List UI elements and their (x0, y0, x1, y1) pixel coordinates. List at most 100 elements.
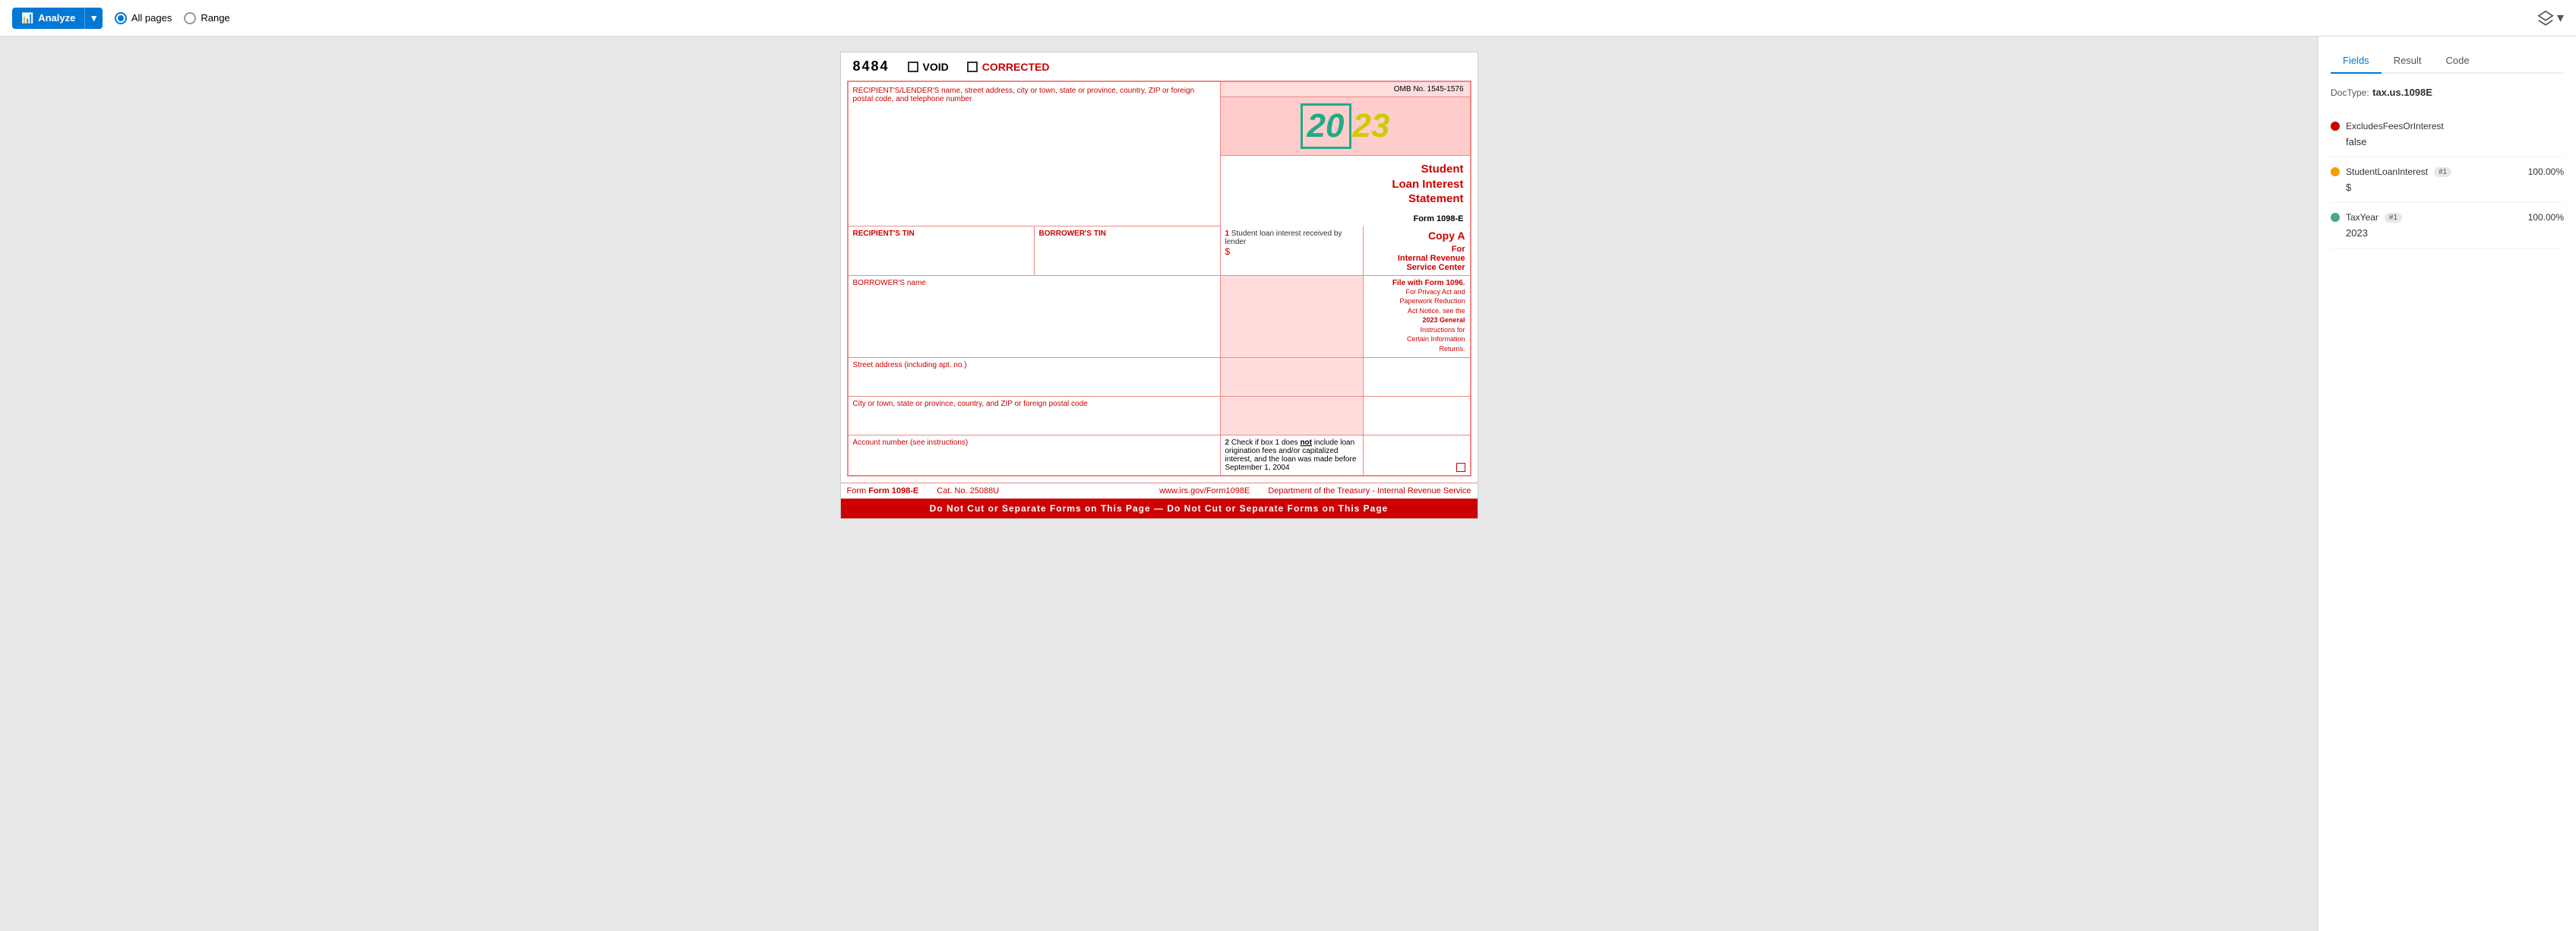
top-bar: 📊 Analyze ▾ All pages Range ▾ (0, 0, 2576, 36)
borrower-tin-label: BORROWER'S TIN (1039, 230, 1215, 238)
footer-form-bold: Form 1098-E (868, 486, 918, 496)
file-with-label: File with Form 1096. (1368, 279, 1465, 287)
recipient-tin-label: RECIPIENT'S TIN (853, 230, 1029, 238)
city-right-fill (1221, 397, 1364, 435)
box2-checkbox-area (1364, 435, 1470, 475)
copy-a-irs-line1: Internal Revenue (1368, 254, 1465, 263)
field-badge-taxyear: #1 (2385, 213, 2402, 223)
range-label: Range (201, 12, 229, 24)
recipient-lender-label: RECIPIENT'S/LENDER'S name, street addres… (853, 87, 1195, 103)
street-box: Street address (including apt. no.) (849, 358, 1221, 396)
borrower-tin-box: BORROWER'S TIN (1035, 226, 1221, 275)
right-top-section: OMB No. 1545-1576 20 23 Student Loan Int… (1221, 82, 1470, 226)
layers-control[interactable]: ▾ (2537, 10, 2564, 27)
privacy-line7: Returns. (1368, 344, 1465, 354)
copy-a-irs-line2: Service Center (1368, 263, 1465, 272)
all-pages-option[interactable]: All pages (115, 12, 172, 24)
footer-www: www.irs.gov/Form1098E (1159, 486, 1250, 496)
privacy-line4: 2023 General (1368, 315, 1465, 325)
form-top-row: RECIPIENT'S/LENDER'S name, street addres… (849, 82, 1470, 226)
privacy-line6: Certain Information (1368, 334, 1465, 344)
corrected-label: CORRECTED (982, 61, 1050, 73)
statement-line1: Student (1227, 162, 1464, 177)
year-logo-box: 20 23 (1221, 97, 1470, 156)
box2-not: not (1300, 439, 1312, 447)
privacy-line5: Instructions for (1368, 325, 1465, 335)
recipient-tin-box: RECIPIENT'S TIN (849, 226, 1035, 275)
box1-dollar: $ (1225, 246, 1358, 257)
field-value-excludes: false (2331, 136, 2564, 147)
tax-form: 8484 VOID CORRECTED RECIPIENT'S/LENDER'S… (840, 52, 1478, 519)
top-right-controls: ▾ (2537, 10, 2564, 27)
all-pages-radio[interactable] (115, 12, 127, 24)
year-logo-20: 20 (1301, 103, 1351, 149)
form-header: 8484 VOID CORRECTED (841, 52, 1478, 81)
doc-type-label: DocType: (2331, 87, 2369, 98)
form-body: RECIPIENT'S/LENDER'S name, street addres… (847, 81, 1471, 477)
void-checkbox[interactable] (908, 62, 918, 72)
page-range-options: All pages Range (115, 12, 230, 24)
city-empty-right (1364, 397, 1470, 435)
omb-number: OMB No. 1545-1576 (1394, 85, 1464, 93)
field-dot-green (2331, 213, 2340, 222)
omb-box: OMB No. 1545-1576 (1221, 82, 1470, 97)
corrected-checkbox[interactable] (967, 62, 978, 72)
statement-line3: Statement (1227, 192, 1464, 207)
borrower-name-label: BORROWER'S name (853, 279, 1215, 287)
box2-checkbox[interactable] (1456, 463, 1465, 472)
void-label: VOID (923, 61, 949, 73)
account-row: Account number (see instructions) 2 Chec… (849, 435, 1470, 475)
account-box: Account number (see instructions) (849, 435, 1221, 475)
irs-info-box (1221, 276, 1364, 357)
field-value-loan: $ (2331, 182, 2564, 193)
panel-tabs: Fields Result Code (2331, 49, 2564, 74)
field-tax-year: TaxYear #1 100.00% 2023 (2331, 203, 2564, 249)
city-box: City or town, state or province, country… (849, 397, 1221, 435)
tin-row: RECIPIENT'S TIN BORROWER'S TIN 1 Student… (849, 226, 1470, 276)
bar-chart-icon: 📊 (21, 12, 33, 24)
analyze-button[interactable]: 📊 Analyze ▾ (12, 8, 103, 29)
main-content: 8484 VOID CORRECTED RECIPIENT'S/LENDER'S… (0, 36, 2576, 931)
form-footer: Form Form 1098-E Cat. No. 25088U www.irs… (841, 483, 1478, 499)
chevron-down-icon: ▾ (91, 12, 96, 24)
void-checkbox-area: VOID (908, 61, 949, 73)
footer-dept: Department of the Treasury - Internal Re… (1268, 486, 1471, 496)
privacy-text: For Privacy Act and Paperwork Reduction … (1368, 287, 1465, 354)
tab-fields[interactable]: Fields (2331, 49, 2382, 74)
doc-type-row: DocType: tax.us.1098E (2331, 86, 2564, 100)
footer-cat: Cat. No. 25088U (937, 486, 999, 496)
analyze-label: Analyze (38, 12, 75, 24)
field-excludes-fees: ExcludesFeesOrInterest false (2331, 112, 2564, 157)
loan-interest-text: Student loan interest received by lender (1225, 230, 1342, 246)
analyze-chevron[interactable]: ▾ (84, 8, 103, 29)
tab-code[interactable]: Code (2434, 49, 2482, 74)
account-label: Account number (see instructions) (853, 439, 1215, 447)
city-row: City or town, state or province, country… (849, 397, 1470, 435)
borrower-name-box: BORROWER'S name (849, 276, 1221, 357)
doc-type-value: tax.us.1098E (2372, 87, 2432, 98)
tab-result[interactable]: Result (2382, 49, 2434, 74)
field-name-excludes: ExcludesFeesOrInterest (2346, 121, 2444, 131)
city-label: City or town, state or province, country… (853, 400, 1215, 408)
borrower-name-row: BORROWER'S name File with Form 1096. For… (849, 276, 1470, 358)
recipient-lender-box: RECIPIENT'S/LENDER'S name, street addres… (849, 82, 1221, 226)
field-confidence-loan: 100.00% (2528, 166, 2564, 177)
statement-title: Student Loan Interest Statement (1221, 156, 1470, 213)
footer-form-name: Form Form 1098-E (847, 486, 919, 496)
range-radio[interactable] (184, 12, 196, 24)
street-label: Street address (including apt. no.) (853, 361, 1215, 369)
statement-line2: Loan Interest (1227, 177, 1464, 192)
right-panel: Fields Result Code DocType: tax.us.1098E… (2318, 36, 2576, 931)
form-name-display: Form 1098-E (1221, 213, 1470, 226)
fields-list: ExcludesFeesOrInterest false StudentLoan… (2331, 112, 2564, 249)
form-name-text: Form 1098-E (1413, 214, 1463, 223)
privacy-line2: Paperwork Reduction (1368, 296, 1465, 306)
copy-a-label: Copy A (1368, 230, 1465, 242)
range-option[interactable]: Range (184, 12, 229, 24)
field-name-loan: StudentLoanInterest (2346, 166, 2428, 177)
street-row: Street address (including apt. no.) (849, 358, 1470, 397)
loan-interest-label: 1 Student loan interest received by lend… (1225, 230, 1358, 246)
field-dot-red (2331, 122, 2340, 131)
field-dot-yellow (2331, 167, 2340, 176)
copy-a-for: For (1368, 245, 1465, 254)
